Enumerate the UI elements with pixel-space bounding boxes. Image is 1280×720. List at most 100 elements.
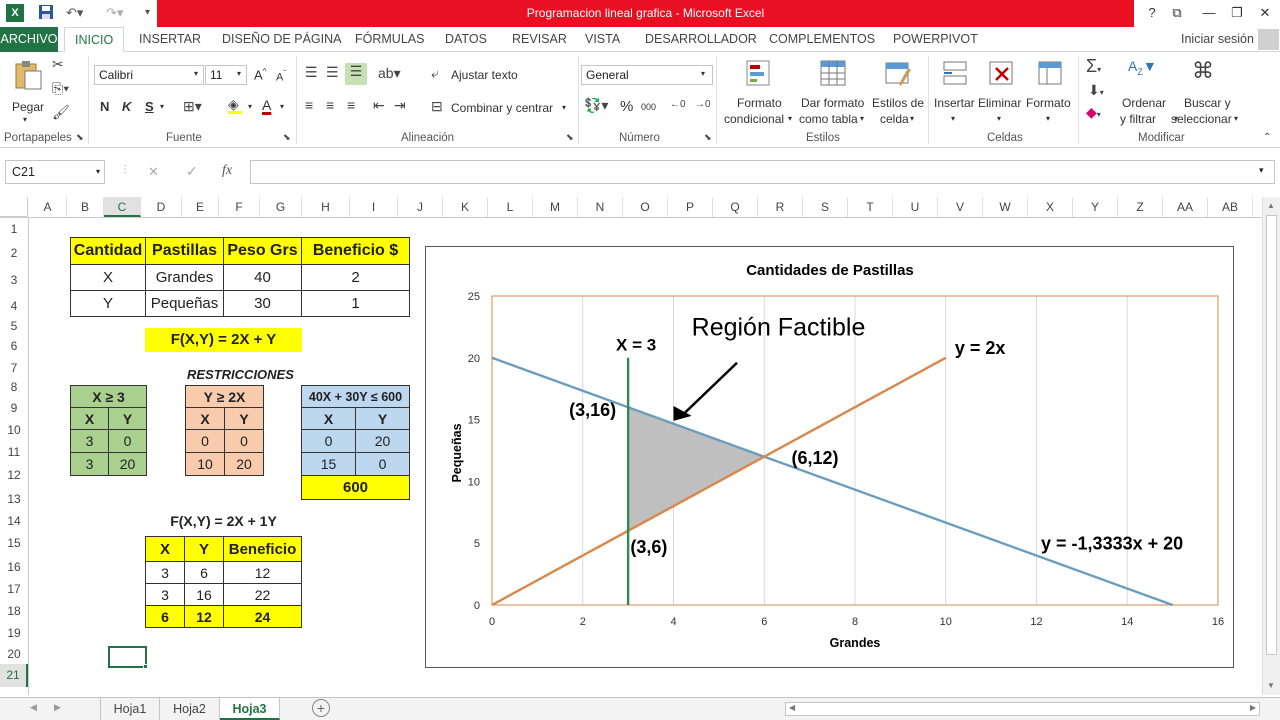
number-format-select[interactable]: General — [581, 65, 713, 85]
conditional-format-button[interactable]: Formato condicional ▾ — [722, 56, 794, 128]
column-header-x[interactable]: X — [1028, 197, 1073, 217]
paste-button[interactable]: Pegar ▾ — [8, 58, 48, 124]
tab-diseno-pagina[interactable]: DISEÑO DE PÁGINA — [222, 27, 341, 52]
table-cell[interactable]: 6 — [184, 561, 224, 584]
constraint-title[interactable]: X ≥ 3 — [70, 385, 147, 408]
increase-indent-icon[interactable]: ⇥ — [394, 97, 406, 114]
constraint-title[interactable]: Y ≥ 2X — [185, 385, 264, 408]
table-cell[interactable]: 1 — [301, 290, 410, 317]
table-cell[interactable]: X — [185, 407, 225, 430]
table-cell[interactable]: X — [70, 407, 109, 430]
row-header-12[interactable]: 12 — [0, 464, 28, 487]
row-header-6[interactable]: 6 — [0, 333, 28, 359]
row-header-3[interactable]: 3 — [0, 267, 28, 293]
merge-center-button[interactable]: Combinar y centrar — [451, 101, 553, 115]
column-header-c[interactable]: C — [104, 197, 141, 217]
column-header-i[interactable]: I — [350, 197, 398, 217]
align-left-icon[interactable]: ≡ — [305, 97, 313, 113]
table-header[interactable]: Beneficio — [223, 536, 302, 562]
constraint-title[interactable]: 40X + 30Y ≤ 600 — [301, 385, 410, 408]
horizontal-scrollbar[interactable]: ◀ ▶ — [785, 702, 1260, 716]
table-cell[interactable]: Y — [70, 290, 146, 317]
row-header-11[interactable]: 11 — [0, 441, 28, 464]
undo-icon[interactable]: ↶▾ — [66, 4, 83, 22]
font-size-dropdown-icon[interactable]: ▾ — [237, 69, 241, 78]
restore-icon[interactable]: ❐ — [1226, 3, 1248, 23]
dialog-launcher-icon[interactable]: ⬊ — [566, 132, 574, 143]
format-as-table-button[interactable]: Dar formato como tabla ▾ — [798, 56, 868, 128]
table-cell[interactable]: 20 — [224, 452, 264, 476]
tab-vista[interactable]: VISTA — [585, 27, 620, 52]
table-cell[interactable]: 0 — [301, 429, 356, 453]
column-header-g[interactable]: G — [260, 197, 302, 217]
fill-color-dropdown-icon[interactable]: ▾ — [248, 102, 252, 111]
row-header-16[interactable]: 16 — [0, 556, 28, 578]
column-header-j[interactable]: J — [398, 197, 443, 217]
tab-formulas[interactable]: FÓRMULAS — [355, 27, 424, 52]
orientation-icon[interactable]: ab▾ — [378, 65, 401, 82]
cancel-icon[interactable]: ✕ — [148, 164, 159, 180]
column-header-q[interactable]: Q — [713, 197, 758, 217]
column-header-v[interactable]: V — [938, 197, 983, 217]
help-button[interactable]: ? — [1141, 3, 1163, 23]
find-select-button[interactable]: ⌘ Buscar y seleccionar ▾ — [1170, 56, 1242, 128]
tab-archivo[interactable]: ARCHIVO — [0, 27, 58, 52]
align-bottom-icon[interactable]: ☰ — [345, 63, 367, 85]
selected-cell[interactable] — [108, 646, 147, 668]
table-header[interactable]: X — [145, 536, 185, 562]
table-cell[interactable]: 3 — [145, 561, 185, 584]
column-header-s[interactable]: S — [803, 197, 848, 217]
table-cell[interactable]: 12 — [223, 561, 302, 584]
percent-button[interactable]: % — [620, 98, 633, 115]
fill-color-icon[interactable]: ◈ — [228, 96, 242, 114]
row-header-14[interactable]: 14 — [0, 512, 28, 531]
sort-filter-button[interactable]: AZ▼ Ordenar y filtrar ▾ — [1116, 56, 1178, 128]
column-header-t[interactable]: T — [848, 197, 893, 217]
tab-desarrollador[interactable]: DESARROLLADOR — [645, 27, 757, 52]
enter-icon[interactable]: ✓ — [186, 163, 198, 180]
avatar[interactable] — [1258, 29, 1279, 50]
currency-icon[interactable]: 💱▾ — [584, 97, 608, 114]
table-cell[interactable]: 3 — [70, 429, 109, 453]
column-header-l[interactable]: L — [488, 197, 533, 217]
evaluation-title[interactable]: F(X,Y) = 2X + 1Y — [145, 513, 302, 529]
row-header-20[interactable]: 20 — [0, 644, 28, 664]
font-name-dropdown-icon[interactable]: ▾ — [194, 69, 198, 78]
excel-app-icon[interactable]: X — [6, 4, 24, 22]
column-header-h[interactable]: H — [302, 197, 350, 217]
best-cell[interactable]: 6 — [145, 605, 185, 628]
collapse-ribbon-icon[interactable]: ⌃ — [1263, 132, 1271, 143]
bold-button[interactable]: N — [100, 99, 109, 114]
decrease-indent-icon[interactable]: ⇤ — [373, 97, 385, 114]
column-header-w[interactable]: W — [983, 197, 1028, 217]
table-cell[interactable]: Grandes — [145, 264, 224, 291]
number-format-dropdown-icon[interactable]: ▾ — [701, 69, 705, 78]
column-header-r[interactable]: R — [758, 197, 803, 217]
wrap-text-button[interactable]: Ajustar texto — [451, 68, 518, 82]
table-cell[interactable]: 22 — [223, 583, 302, 606]
vertical-scrollbar[interactable]: ▲ ▼ — [1262, 197, 1280, 695]
dialog-launcher-icon[interactable]: ⬊ — [283, 132, 291, 143]
best-cell[interactable]: 24 — [223, 605, 302, 628]
constraint-total[interactable]: 600 — [301, 475, 410, 500]
cell-styles-button[interactable]: Estilos de celda ▾ — [870, 56, 926, 128]
name-box[interactable]: C21 ▾ — [5, 160, 105, 184]
paste-dropdown-icon[interactable]: ▾ — [23, 115, 27, 124]
objective-function[interactable]: F(X,Y) = 2X + Y — [145, 328, 302, 352]
row-header-2[interactable]: 2 — [0, 240, 28, 267]
table-cell[interactable]: 40 — [223, 264, 302, 291]
table-cell[interactable]: 20 — [108, 452, 147, 476]
scroll-thumb[interactable] — [1266, 215, 1277, 655]
scroll-right-icon[interactable]: ▶ — [1250, 703, 1256, 712]
row-header-10[interactable]: 10 — [0, 419, 28, 441]
delete-cells-button[interactable]: Eliminar ▾ — [978, 56, 1024, 128]
decrease-font-icon[interactable]: Aˇ — [276, 69, 286, 84]
table-cell[interactable]: 3 — [70, 452, 109, 476]
sheet-nav-next-icon[interactable]: ▶ — [54, 702, 61, 713]
row-header-18[interactable]: 18 — [0, 600, 28, 622]
header-peso[interactable]: Peso Grs — [223, 237, 302, 265]
table-cell[interactable]: 30 — [223, 290, 302, 317]
table-cell[interactable]: 0 — [224, 429, 264, 453]
decrease-decimal-icon[interactable]: →0 — [695, 99, 711, 110]
merge-center-icon[interactable]: ⊟ — [431, 98, 443, 115]
